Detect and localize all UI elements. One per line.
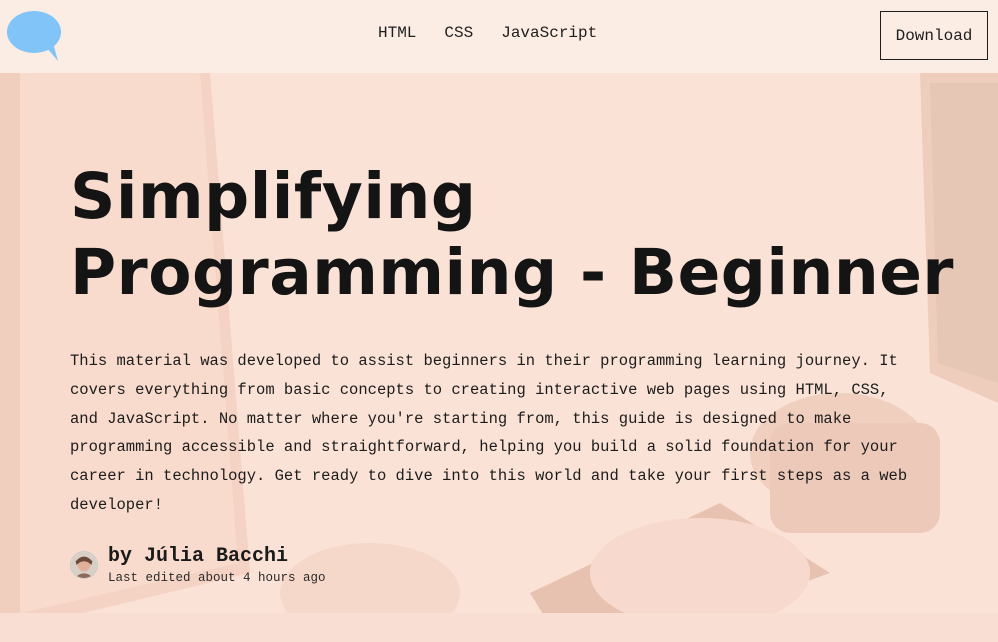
page-title-line-1: Simplifying	[70, 160, 477, 233]
last-edited-text: Last edited about 4 hours ago	[108, 570, 326, 585]
download-button[interactable]: Download	[880, 11, 988, 60]
nav-link-javascript[interactable]: JavaScript	[501, 24, 597, 42]
nav-link-html[interactable]: HTML	[378, 24, 416, 42]
author-name: by Júlia Bacchi	[108, 544, 289, 568]
hero-content: Simplifying Programming - Beginner This …	[70, 159, 954, 585]
avatar[interactable]	[70, 551, 98, 580]
speech-bubble-icon[interactable]	[6, 9, 64, 63]
page-title-line-2: Programming - Beginner	[70, 236, 954, 309]
nav-link-css[interactable]: CSS	[444, 24, 473, 42]
page-title: Simplifying Programming - Beginner	[70, 159, 954, 311]
hero-section: Simplifying Programming - Beginner This …	[0, 73, 998, 642]
hero-description: This material was developed to assist be…	[70, 352, 908, 514]
author-text: by Júlia Bacchi Last edited about 4 hour…	[108, 544, 326, 585]
main-nav: HTML CSS JavaScript	[378, 24, 597, 42]
top-nav-bar: HTML CSS JavaScript Download	[0, 0, 998, 73]
author-block: by Júlia Bacchi Last edited about 4 hour…	[70, 544, 920, 585]
